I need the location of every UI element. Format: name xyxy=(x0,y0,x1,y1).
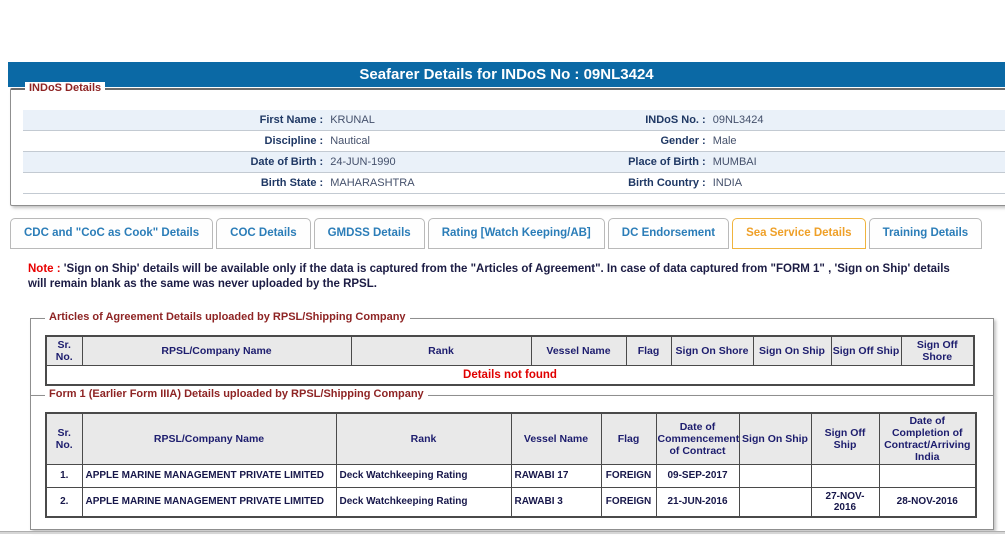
table-header-cell: Rank xyxy=(336,413,511,465)
form1-table: Sr. No. RPSL/Company Name Rank Vessel Na… xyxy=(45,412,977,518)
articles-legend: Articles of Agreement Details uploaded b… xyxy=(45,311,410,323)
page-title: Seafarer Details for INDoS No : 09NL3424 xyxy=(8,62,1005,87)
indos-details-legend: INDoS Details xyxy=(25,82,105,94)
field-label: Birth Country : xyxy=(618,177,713,189)
table-cell xyxy=(811,464,879,487)
table-header-cell: RPSL/Company Name xyxy=(82,413,336,465)
table-cell: 27-NOV-2016 xyxy=(811,487,879,517)
table-header-cell: Sign Off Ship xyxy=(811,413,879,465)
indos-row: Date of Birth :24-JUN-1990 Place of Birt… xyxy=(23,152,1005,173)
table-cell: 28-NOV-2016 xyxy=(879,487,976,517)
table-cell: 21-JUN-2016 xyxy=(656,487,739,517)
tab-dc-endorsement[interactable]: DC Endorsement xyxy=(608,218,729,249)
articles-table: Sr. No. RPSL/Company Name Rank Vessel Na… xyxy=(45,335,975,386)
tab-coc-details[interactable]: COC Details xyxy=(216,218,310,249)
note-body: 'Sign on Ship' details will be available… xyxy=(28,263,950,290)
indos-row: Birth State :MAHARASHTRA Birth Country :… xyxy=(23,173,1005,194)
table-cell: 09-SEP-2017 xyxy=(656,464,739,487)
table-cell xyxy=(879,464,976,487)
table-header-cell: Vessel Name xyxy=(531,336,626,366)
form1-legend: Form 1 (Earlier Form IIIA) Details uploa… xyxy=(45,388,428,400)
bottom-divider xyxy=(0,531,1005,534)
empty-row-message: Details not found xyxy=(46,365,974,385)
table-cell: Deck Watchkeeping Rating xyxy=(336,487,511,517)
table-cell: RAWABI 3 xyxy=(511,487,601,517)
tab-sea-service-details[interactable]: Sea Service Details xyxy=(732,218,866,249)
table-header-cell: Sr. No. xyxy=(46,413,82,465)
field-value: MAHARASHTRA xyxy=(330,177,617,189)
table-cell: APPLE MARINE MANAGEMENT PRIVATE LIMITED xyxy=(82,464,336,487)
field-label: Date of Birth : xyxy=(23,156,330,168)
table-header-cell: Flag xyxy=(601,413,656,465)
tab-rating-watch-keeping-ab[interactable]: Rating [Watch Keeping/AB] xyxy=(428,218,605,249)
table-header-cell: Sign On Ship xyxy=(739,413,811,465)
table-header-cell: Vessel Name xyxy=(511,413,601,465)
field-value: 09NL3424 xyxy=(713,114,1005,126)
tab-cdc-coc-as-cook-details[interactable]: CDC and "CoC as Cook" Details xyxy=(10,218,213,249)
table-cell: FOREIGN xyxy=(601,464,656,487)
table-header-cell: Sr. No. xyxy=(46,336,82,366)
table-cell xyxy=(739,464,811,487)
table-row: 1. APPLE MARINE MANAGEMENT PRIVATE LIMIT… xyxy=(46,464,976,487)
articles-of-agreement-fieldset: Articles of Agreement Details uploaded b… xyxy=(30,318,994,396)
field-value: KRUNAL xyxy=(330,114,617,126)
field-value: MUMBAI xyxy=(713,156,1005,168)
table-cell: 2. xyxy=(46,487,82,517)
table-header-cell: Sign Off Shore xyxy=(901,336,974,366)
table-header-cell: Date of Commencement of Contract xyxy=(656,413,739,465)
table-cell: RAWABI 17 xyxy=(511,464,601,487)
field-label: Discipline : xyxy=(23,135,330,147)
table-header-cell: Sign Off Ship xyxy=(831,336,901,366)
tab-training-details[interactable]: Training Details xyxy=(869,218,983,249)
table-cell: APPLE MARINE MANAGEMENT PRIVATE LIMITED xyxy=(82,487,336,517)
field-value: 24-JUN-1990 xyxy=(330,156,617,168)
table-header-cell: Flag xyxy=(626,336,671,366)
note-text: Note : 'Sign on Ship' details will be av… xyxy=(28,262,968,292)
indos-details-rows: First Name :KRUNAL INDoS No. :09NL3424 D… xyxy=(23,110,1005,194)
tab-gmdss-details[interactable]: GMDSS Details xyxy=(314,218,425,249)
table-header-cell: Sign On Shore xyxy=(671,336,753,366)
field-value: INDIA xyxy=(713,177,1005,189)
table-cell: 1. xyxy=(46,464,82,487)
indos-row: Discipline :Nautical Gender :Male xyxy=(23,131,1005,152)
table-cell: FOREIGN xyxy=(601,487,656,517)
field-label: INDoS No. : xyxy=(618,114,713,126)
field-label: Gender : xyxy=(618,135,713,147)
field-label: First Name : xyxy=(23,114,330,126)
table-header-cell: RPSL/Company Name xyxy=(82,336,351,366)
tab-strip: CDC and "CoC as Cook" Details COC Detail… xyxy=(10,218,982,249)
table-header-cell: Rank xyxy=(351,336,531,366)
table-header-cell: Date of Completion of Contract/Arriving … xyxy=(879,413,976,465)
table-row: 2. APPLE MARINE MANAGEMENT PRIVATE LIMIT… xyxy=(46,487,976,517)
indos-row: First Name :KRUNAL INDoS No. :09NL3424 xyxy=(23,110,1005,131)
table-header-cell: Sign On Ship xyxy=(753,336,831,366)
form1-fieldset: Form 1 (Earlier Form IIIA) Details uploa… xyxy=(30,395,994,530)
field-value: Male xyxy=(713,135,1005,147)
table-cell xyxy=(739,487,811,517)
field-label: Place of Birth : xyxy=(618,156,713,168)
note-prefix: Note : xyxy=(28,263,61,275)
indos-details-fieldset: INDoS Details First Name :KRUNAL INDoS N… xyxy=(10,88,1005,206)
field-value: Nautical xyxy=(330,135,617,147)
table-cell: Deck Watchkeeping Rating xyxy=(336,464,511,487)
field-label: Birth State : xyxy=(23,177,330,189)
